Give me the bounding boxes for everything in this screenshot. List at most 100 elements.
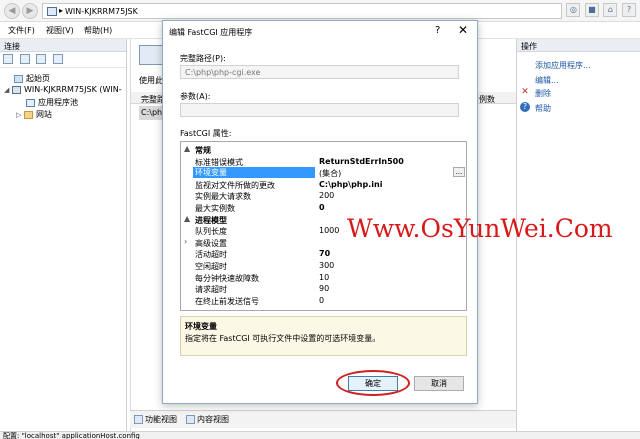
home-icon[interactable]: ⌂: [603, 3, 618, 17]
property-name: 标准错误模式: [195, 157, 243, 167]
help-icon[interactable]: ?: [622, 3, 636, 17]
help-icon: ?: [520, 102, 530, 112]
property-category[interactable]: ▲ 常规: [181, 144, 466, 155]
close-button[interactable]: ✕: [458, 23, 468, 37]
property-name: 实例最大请求数: [195, 192, 251, 202]
list-item[interactable]: C:\ph: [139, 106, 163, 120]
tree-item-label: 应用程序池: [38, 98, 78, 107]
property-row[interactable]: 请求超时 90: [181, 283, 466, 294]
address-separator: ▸: [59, 6, 64, 15]
back-button[interactable]: ◀: [4, 3, 20, 19]
description-title: 环境变量: [185, 322, 217, 331]
property-value[interactable]: ReturnStdErrIn500: [319, 157, 404, 166]
add-application-link[interactable]: 添加应用程序...: [535, 60, 591, 71]
property-row[interactable]: 活动超时 70: [181, 248, 466, 259]
fastcgi-icon: [139, 45, 163, 65]
title-bar: ◀ ▶ ▸ WIN-KJKRRM75JSK ◎ ■ ⌂ ?: [0, 0, 640, 22]
menu-file[interactable]: 文件(F): [8, 25, 35, 36]
property-value[interactable]: C:\php\php.ini: [319, 180, 382, 189]
property-name: 常规: [195, 146, 211, 155]
property-row[interactable]: 监视对文件所做的更改 C:\php\php.ini: [181, 179, 466, 190]
arguments-label: 参数(A):: [180, 92, 211, 101]
content-view-icon: [186, 415, 195, 424]
delete-icon: ✕: [521, 87, 529, 97]
features-view-icon: [134, 415, 143, 424]
help-link[interactable]: 帮助: [535, 103, 551, 114]
dialog-title: 编辑 FastCGI 应用程序: [169, 28, 253, 37]
collapse-icon[interactable]: ▲: [184, 214, 190, 223]
tree-item-server[interactable]: ◢ WIN-KJKRRM75JSK (WIN-: [4, 85, 122, 94]
property-value[interactable]: 300: [319, 261, 334, 270]
property-row[interactable]: 每分钟快速故障数 10: [181, 272, 466, 283]
up-icon[interactable]: [36, 54, 47, 64]
connections-header: 连接: [0, 39, 126, 52]
expand-icon[interactable]: ›: [184, 237, 187, 246]
menu-help[interactable]: 帮助(H): [84, 25, 112, 36]
help-button[interactable]: ?: [435, 25, 440, 36]
tab-label: 功能视图: [145, 415, 177, 424]
property-name: 活动超时: [195, 250, 227, 260]
property-value[interactable]: 70: [319, 249, 330, 258]
properties-label: FastCGI 属性:: [180, 129, 232, 138]
tree-item-app-pools[interactable]: 应用程序池: [26, 97, 78, 108]
app-pool-icon: [26, 98, 35, 107]
sites-icon: [23, 110, 33, 119]
tab-features-view[interactable]: 功能视图: [134, 414, 177, 425]
dialog-title-bar: 编辑 FastCGI 应用程序 ? ✕: [163, 21, 477, 41]
globe-icon[interactable]: ◎: [566, 3, 581, 17]
full-path-field[interactable]: C:\php\php-cgi.exe: [180, 65, 459, 79]
property-row[interactable]: 最大实例数 0: [181, 202, 466, 213]
property-name: 队列长度: [195, 227, 227, 237]
property-name: 请求超时: [195, 285, 227, 295]
property-value[interactable]: 1000: [319, 226, 339, 235]
expand-icon[interactable]: ▷: [16, 111, 21, 119]
tree-item-start-page[interactable]: 起始页: [14, 73, 50, 84]
save-icon[interactable]: [19, 54, 30, 64]
tree-item-label: WIN-KJKRRM75JSK (WIN-: [23, 85, 122, 94]
property-row[interactable]: 在终止前发送信号 0: [181, 295, 466, 306]
property-value[interactable]: 0: [319, 203, 325, 212]
collapse-icon[interactable]: ◢: [4, 86, 9, 94]
cancel-button[interactable]: 取消: [414, 376, 464, 391]
connections-pane: 连接 起始页 ◢ WIN-KJKRRM75JSK (WIN- 应用程序池 ▷ 网…: [0, 39, 127, 431]
property-name: 空闲超时: [195, 262, 227, 271]
arguments-field[interactable]: [180, 103, 459, 117]
menu-view[interactable]: 视图(V): [46, 25, 74, 36]
tab-label: 内容视图: [197, 415, 229, 424]
collapse-icon[interactable]: ▲: [184, 144, 190, 153]
ellipsis-button[interactable]: ...: [453, 167, 465, 178]
property-row[interactable]: 环境变量 (集合)...: [181, 167, 466, 179]
property-value[interactable]: 10: [319, 273, 329, 282]
edit-link[interactable]: 编辑...: [535, 75, 559, 86]
description-text: 指定将在 FastCGI 可执行文件中设置的可选环境变量。: [185, 334, 381, 343]
server-icon: [11, 85, 21, 94]
connections-toolbar: [0, 52, 126, 68]
property-value[interactable]: (集合): [319, 168, 341, 179]
property-name: 环境变量: [193, 167, 315, 179]
address-text: WIN-KJKRRM75JSK: [65, 7, 138, 16]
actions-header: 操作: [517, 39, 640, 52]
property-row[interactable]: 空闲超时 300: [181, 260, 466, 271]
tree-item-sites[interactable]: ▷ 网站: [16, 109, 52, 120]
watermark: Www.OsYunWei.Com: [347, 214, 613, 243]
property-name: 最大实例数: [195, 204, 235, 213]
connect-icon[interactable]: [3, 54, 13, 64]
property-row[interactable]: 实例最大请求数 200: [181, 190, 466, 201]
ok-button[interactable]: 确定: [348, 376, 398, 391]
property-row[interactable]: 标准错误模式 ReturnStdErrIn500: [181, 156, 466, 167]
property-name: 监视对文件所做的更改: [195, 180, 275, 190]
delete-link[interactable]: 删除: [535, 88, 551, 99]
stop-icon[interactable]: ■: [584, 3, 599, 17]
forward-button[interactable]: ▶: [22, 3, 38, 19]
property-name: 高级设置: [195, 238, 227, 248]
property-value[interactable]: 90: [319, 284, 329, 293]
view-tabs: 功能视图 内容视图: [130, 410, 516, 428]
tab-content-view[interactable]: 内容视图: [186, 414, 229, 425]
full-path-label: 完整路径(P):: [180, 54, 226, 63]
connect-server-icon[interactable]: [52, 54, 63, 64]
property-value[interactable]: 200: [319, 191, 334, 200]
feature-description: 使用此: [139, 76, 163, 85]
column-instances[interactable]: 例数: [479, 94, 495, 105]
property-value[interactable]: 0: [319, 296, 324, 305]
address-bar[interactable]: ▸ WIN-KJKRRM75JSK: [42, 3, 562, 19]
